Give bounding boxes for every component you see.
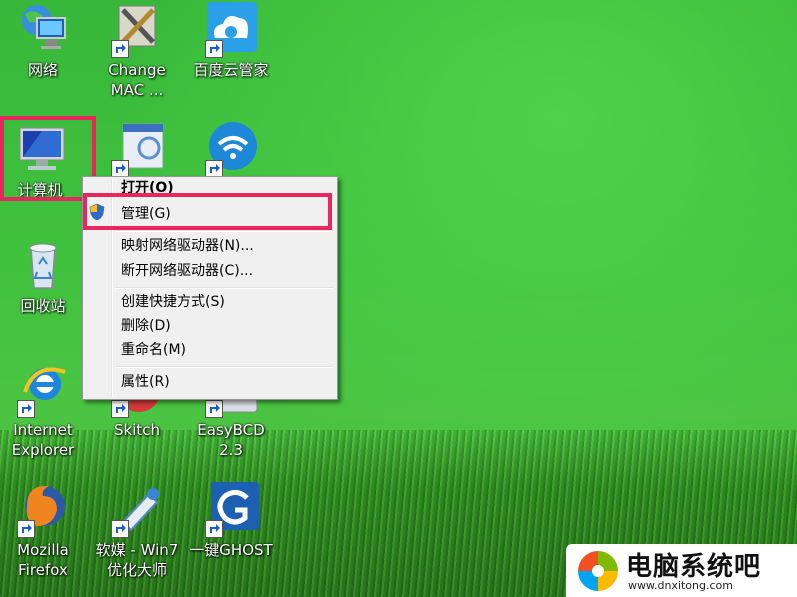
cloud-icon xyxy=(203,2,259,58)
watermark-title: 电脑系统吧 xyxy=(626,552,762,582)
watermark: 电脑系统吧 www.dnxitong.com xyxy=(566,544,797,597)
icon-label: Internet Explorer xyxy=(11,421,75,459)
document-icon xyxy=(109,122,165,178)
desktop-icon-recycle-bin[interactable]: 回收站 xyxy=(3,238,83,316)
tools-icon xyxy=(109,2,165,58)
icon-label: 一键GHOST xyxy=(189,541,273,559)
icon-label: Change MAC ... xyxy=(108,61,166,99)
menu-separator xyxy=(115,287,334,289)
manage-highlight-box xyxy=(83,193,332,230)
desktop-icon-firefox[interactable]: Mozilla Firefox xyxy=(3,482,83,580)
desktop-icon-network[interactable]: 网络 xyxy=(3,2,83,80)
shortcut-arrow-icon xyxy=(205,520,223,538)
desktop-icon-hidden-2[interactable] xyxy=(191,122,271,178)
shortcut-arrow-icon xyxy=(111,400,129,418)
icon-label: 网络 xyxy=(27,61,58,79)
icon-label: 回收站 xyxy=(20,297,66,315)
wifi-icon xyxy=(203,122,259,178)
shortcut-arrow-icon xyxy=(111,40,129,58)
watermark-url: www.dnxitong.com xyxy=(628,579,733,592)
icon-label: 软媒 - Win7 优化大师 xyxy=(95,541,179,579)
optimizer-icon xyxy=(109,482,165,538)
desktop-icon-hidden-1[interactable] xyxy=(97,122,177,178)
icon-label: Mozilla Firefox xyxy=(17,541,69,579)
ghost-icon xyxy=(203,482,259,538)
shortcut-arrow-icon xyxy=(17,400,35,418)
desktop-icon-ghost[interactable]: 一键GHOST xyxy=(187,482,275,560)
shortcut-arrow-icon xyxy=(205,40,223,58)
menu-item-delete[interactable]: 删除(D) xyxy=(121,315,171,337)
shortcut-arrow-icon xyxy=(205,400,223,418)
internet-explorer-icon xyxy=(15,362,71,418)
menu-separator xyxy=(115,230,334,232)
network-icon xyxy=(15,2,71,58)
desktop-icon-baidu-cloud[interactable]: 百度云管家 xyxy=(191,2,271,80)
menu-item-map-network-drive[interactable]: 映射网络驱动器(N)... xyxy=(121,235,254,257)
icon-label: EasyBCD 2.3 xyxy=(197,421,265,459)
menu-item-disconnect-network-drive[interactable]: 断开网络驱动器(C)... xyxy=(121,260,253,282)
menu-separator xyxy=(115,366,334,368)
firefox-icon xyxy=(15,482,71,538)
desktop-icon-win7-optimizer[interactable]: 软媒 - Win7 优化大师 xyxy=(88,482,186,580)
windows-logo-icon xyxy=(576,549,620,593)
recycle-bin-icon xyxy=(15,238,71,294)
shortcut-arrow-icon xyxy=(17,520,35,538)
icon-label: Skitch xyxy=(113,421,160,439)
menu-item-create-shortcut[interactable]: 创建快捷方式(S) xyxy=(121,291,225,313)
shortcut-arrow-icon xyxy=(111,520,129,538)
menu-item-properties[interactable]: 属性(R) xyxy=(121,371,170,393)
icon-label: 百度云管家 xyxy=(193,61,269,79)
desktop-icon-internet-explorer[interactable]: Internet Explorer xyxy=(3,362,83,460)
desktop-icon-change-mac[interactable]: Change MAC ... xyxy=(97,2,177,100)
menu-item-rename[interactable]: 重命名(M) xyxy=(121,339,186,361)
